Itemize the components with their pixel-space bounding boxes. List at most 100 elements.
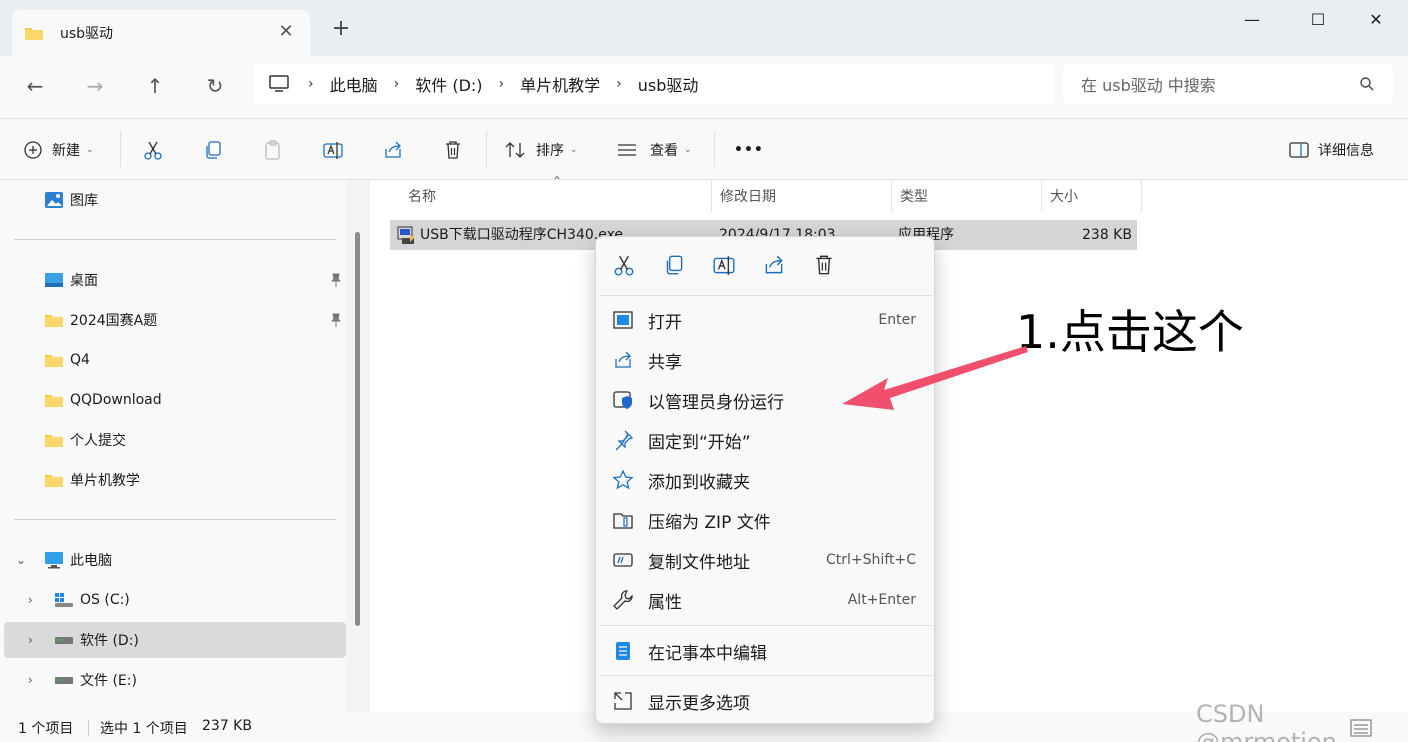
breadcrumb-this-pc[interactable]: 此电脑 [330, 72, 378, 96]
folder-icon [45, 475, 63, 487]
plus-circle-icon [24, 141, 42, 159]
sidebar-scroll-thumb[interactable] [355, 232, 360, 626]
menu-label: 以管理员身份运行 [648, 392, 784, 413]
sidebar-item-folder[interactable]: QQDownload [0, 382, 346, 418]
menu-item-copy-path[interactable]: 复制文件地址 Ctrl+Shift+C [596, 540, 936, 580]
menu-shortcut: Enter [878, 312, 916, 328]
share-icon [615, 351, 631, 368]
chevron-down-icon[interactable]: ⌄ [16, 553, 26, 567]
sidebar-label: OS (C:) [80, 592, 130, 608]
maximize-button[interactable]: ☐ [1298, 8, 1338, 32]
sidebar-label: 此电脑 [70, 553, 112, 569]
drive-icon [55, 677, 73, 684]
column-label: 类型 [900, 189, 928, 205]
back-button[interactable]: ← [18, 70, 52, 102]
column-header-date[interactable]: 修改日期 [712, 180, 892, 212]
menu-label: 打开 [648, 312, 682, 333]
sidebar-item-folder[interactable]: 个人提交 [0, 422, 346, 458]
menu-shortcut: Alt+Enter [847, 592, 916, 608]
pin-icon[interactable] [330, 313, 342, 327]
menu-label: 复制文件地址 [648, 552, 750, 573]
breadcrumb-drive-d[interactable]: 软件 (D:) [415, 72, 482, 96]
details-button[interactable]: 详细信息 [1288, 135, 1374, 165]
minimize-button[interactable]: — [1232, 8, 1272, 32]
sidebar-item-desktop[interactable]: 桌面 [0, 262, 346, 298]
menu-shortcut: Ctrl+Shift+C [826, 552, 916, 568]
new-button[interactable]: 新建 ⌄ [22, 135, 94, 165]
new-tab-icon[interactable]: + [330, 18, 352, 40]
tab-title: usb驱动 [60, 26, 114, 42]
trash-icon[interactable] [812, 253, 836, 277]
search-icon[interactable] [1359, 76, 1375, 92]
rename-button[interactable] [322, 135, 344, 165]
sidebar-item-drive-c[interactable]: › OS (C:) [0, 582, 346, 618]
sidebar-item-drive-d[interactable]: › 软件 (D:) [4, 622, 346, 658]
sort-label: 排序 [536, 143, 564, 159]
chevron-right-icon: › [616, 76, 622, 92]
star-icon [612, 469, 634, 490]
sidebar-item-gallery[interactable]: 图库 [0, 182, 346, 218]
delete-button[interactable] [442, 135, 464, 165]
sidebar-divider [14, 519, 336, 520]
share-button[interactable] [382, 135, 404, 165]
selected-size: 237 KB [202, 718, 252, 734]
context-menu-quick-actions [596, 237, 936, 293]
forward-button[interactable]: → [78, 70, 112, 102]
menu-item-properties[interactable]: 属性 Alt+Enter [596, 580, 936, 620]
sidebar-item-folder[interactable]: Q4 [0, 342, 346, 378]
menu-item-show-more-options[interactable]: 显示更多选项 [596, 681, 936, 721]
resize-grip-icon[interactable] [1350, 718, 1372, 738]
cut-button[interactable] [142, 135, 164, 165]
folder-icon [45, 435, 63, 447]
sidebar-item-this-pc[interactable]: ⌄ 此电脑 [0, 542, 346, 578]
paste-button[interactable] [262, 135, 284, 165]
rename-icon[interactable] [712, 253, 736, 277]
menu-item-pin-to-start[interactable]: 固定到“开始” [596, 420, 936, 460]
chevron-right-icon[interactable]: › [28, 633, 33, 647]
menu-item-edit-in-notepad[interactable]: 在记事本中编辑 [596, 631, 936, 671]
details-label: 详细信息 [1318, 143, 1374, 159]
up-button[interactable]: ↑ [138, 70, 172, 102]
breadcrumb-usb-driver[interactable]: usb驱动 [638, 72, 699, 96]
sidebar-item-drive-e[interactable]: › 文件 (E:) [0, 662, 346, 698]
breadcrumb-mcu-teaching[interactable]: 单片机教学 [520, 72, 600, 96]
sidebar-item-folder[interactable]: 2024国赛A题 [0, 302, 346, 338]
tab-usb-driver[interactable]: usb驱动 ✕ [12, 10, 310, 56]
view-button[interactable]: 查看 ⌄ [616, 135, 692, 165]
status-divider [88, 720, 89, 736]
menu-item-compress-zip[interactable]: 压缩为 ZIP 文件 [596, 500, 936, 540]
open-window-icon [613, 311, 633, 329]
sidebar-divider [14, 239, 336, 240]
share-icon[interactable] [762, 253, 786, 277]
column-header-size[interactable]: 大小 [1042, 180, 1142, 212]
column-header-type[interactable]: 类型 [892, 180, 1042, 212]
column-header-name[interactable]: 名称 [400, 180, 712, 212]
drive-icon [55, 637, 73, 644]
sidebar-item-folder[interactable]: 单片机教学 [0, 462, 346, 498]
file-size: 238 KB [1082, 227, 1132, 243]
copy-button[interactable] [202, 135, 224, 165]
pin-icon[interactable] [330, 273, 342, 287]
refresh-button[interactable]: ↻ [198, 70, 232, 102]
search-input[interactable]: 在 usb驱动 中搜索 [1063, 64, 1393, 104]
tab-close-icon[interactable]: ✕ [276, 22, 296, 42]
command-bar: 新建 ⌄ 排序 ⌄ 查看 ⌄ ••• 详细信息 [0, 118, 1408, 180]
clipboard-icon [265, 140, 280, 160]
trash-icon [446, 141, 460, 159]
sidebar-label: 文件 (E:) [80, 673, 137, 689]
chevron-right-icon[interactable]: › [28, 593, 33, 607]
more-options-button[interactable]: ••• [734, 135, 764, 165]
chevron-down-icon: ⌄ [570, 145, 578, 155]
menu-item-open[interactable]: 打开 Enter [596, 300, 936, 340]
column-label: 名称 [408, 189, 436, 205]
menu-item-add-to-favorites[interactable]: 添加到收藏夹 [596, 460, 936, 500]
sort-button[interactable]: 排序 ⌄ [504, 135, 578, 165]
view-label: 查看 [650, 143, 678, 159]
annotation-arrow-icon [842, 346, 1028, 410]
chevron-right-icon[interactable]: › [28, 673, 33, 687]
copy-icon[interactable] [662, 253, 686, 277]
close-window-button[interactable]: ✕ [1356, 8, 1396, 32]
address-bar[interactable]: › 此电脑 › 软件 (D:) › 单片机教学 › usb驱动 [254, 64, 1054, 104]
scissors-icon[interactable] [612, 253, 636, 277]
sidebar-label: 桌面 [70, 273, 98, 289]
